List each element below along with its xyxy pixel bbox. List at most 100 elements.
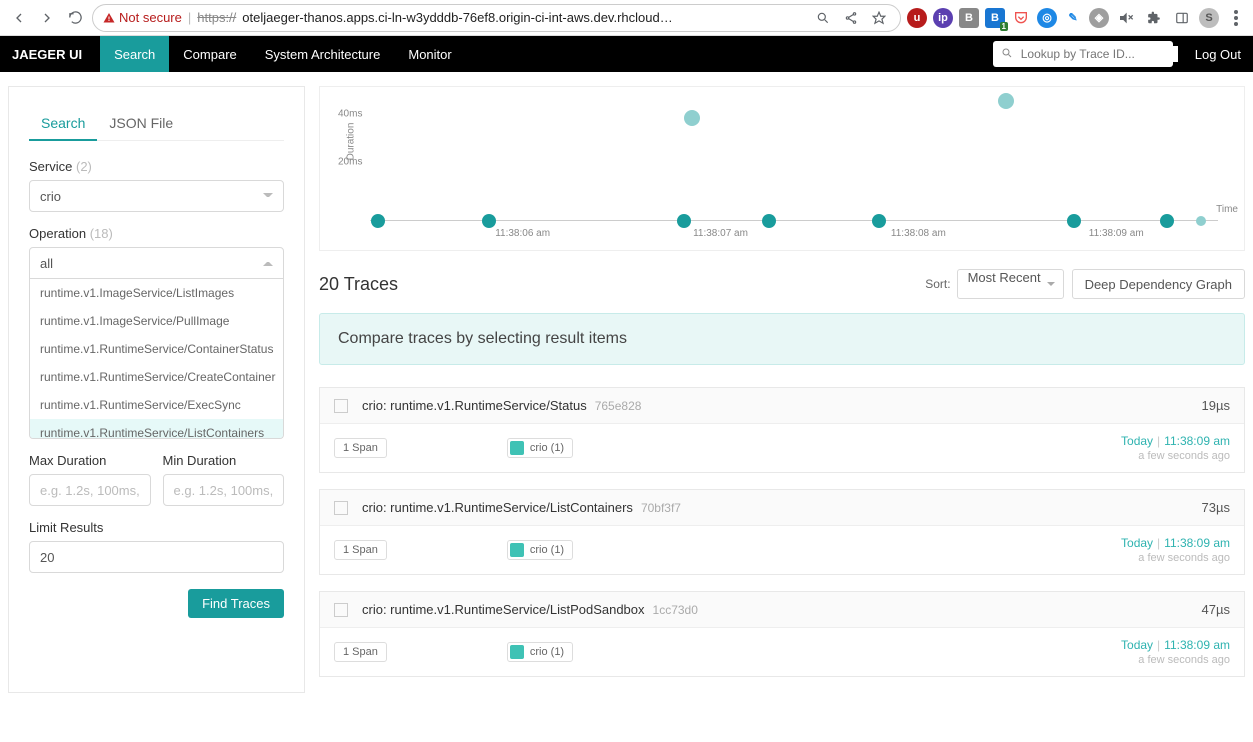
chart-point[interactable] bbox=[371, 214, 385, 228]
maxdur-label: Max Duration bbox=[29, 453, 151, 468]
url-scheme: https:// bbox=[197, 10, 236, 25]
sidebar-tab-jsonfile[interactable]: JSON File bbox=[97, 107, 185, 140]
operation-option[interactable]: runtime.v1.RuntimeService/ExecSync bbox=[30, 391, 283, 419]
chart-point[interactable] bbox=[998, 93, 1014, 109]
ext-blue-icon[interactable]: ◎ bbox=[1037, 8, 1057, 28]
trace-name: crio: runtime.v1.RuntimeService/ListPodS… bbox=[362, 602, 645, 617]
ext-purple-icon[interactable]: ip bbox=[933, 8, 953, 28]
span-count-badge: 1 Span bbox=[334, 438, 387, 458]
extensions-icon[interactable] bbox=[1143, 7, 1165, 29]
service-chip: crio (1) bbox=[507, 540, 573, 560]
header-tab-system-architecture[interactable]: System Architecture bbox=[251, 36, 395, 72]
chart-point[interactable] bbox=[1067, 214, 1081, 228]
y-tick: 40ms bbox=[338, 109, 362, 120]
ext-cube-icon[interactable]: ◈ bbox=[1089, 8, 1109, 28]
trace-card[interactable]: crio: runtime.v1.RuntimeService/ListPodS… bbox=[319, 591, 1245, 677]
chart-point[interactable] bbox=[762, 214, 776, 228]
chart-point[interactable] bbox=[1196, 216, 1206, 226]
ext-badge: 1 bbox=[1000, 22, 1008, 31]
operation-option[interactable]: runtime.v1.ImageService/ListImages bbox=[30, 279, 283, 307]
compare-banner: Compare traces by selecting result items bbox=[319, 313, 1245, 365]
operation-option[interactable]: runtime.v1.ImageService/PullImage bbox=[30, 307, 283, 335]
trace-card[interactable]: crio: runtime.v1.RuntimeService/ListCont… bbox=[319, 489, 1245, 575]
service-select[interactable]: crio bbox=[29, 180, 284, 212]
header-tab-search[interactable]: Search bbox=[100, 36, 169, 72]
y-axis-label: Duration bbox=[345, 123, 356, 161]
ext-ublock-icon[interactable]: u bbox=[907, 8, 927, 28]
menu-icon[interactable] bbox=[1225, 7, 1247, 29]
limit-label: Limit Results bbox=[29, 520, 284, 535]
span-count-badge: 1 Span bbox=[334, 642, 387, 662]
sort-select[interactable]: Most Recent bbox=[957, 269, 1064, 299]
back-icon[interactable] bbox=[8, 7, 30, 29]
operation-select[interactable]: all bbox=[29, 247, 284, 279]
star-icon[interactable] bbox=[868, 7, 890, 29]
trace-timestamp: Today|11:38:09 ama few seconds ago bbox=[1121, 434, 1230, 462]
operation-label: Operation (18) bbox=[29, 226, 284, 241]
trace-id: 1cc73d0 bbox=[653, 603, 698, 617]
service-chip: crio (1) bbox=[507, 642, 573, 662]
app-logo: JAEGER UI bbox=[12, 47, 82, 62]
results-header: 20 Traces Sort: Most Recent Deep Depende… bbox=[319, 269, 1245, 299]
sidepanel-icon[interactable] bbox=[1171, 7, 1193, 29]
service-label: Service (2) bbox=[29, 159, 284, 174]
trace-checkbox[interactable] bbox=[334, 603, 348, 617]
address-bar[interactable]: Not secure | https:// oteljaeger-thanos.… bbox=[92, 4, 901, 32]
header-tab-monitor[interactable]: Monitor bbox=[394, 36, 465, 72]
x-tick: 11:38:07 am bbox=[693, 228, 748, 239]
ext-b2-icon[interactable]: B 1 bbox=[985, 8, 1005, 28]
header-tab-compare[interactable]: Compare bbox=[169, 36, 250, 72]
operation-option[interactable]: runtime.v1.RuntimeService/ContainerStatu… bbox=[30, 335, 283, 363]
chart-point[interactable] bbox=[482, 214, 496, 228]
service-color-icon bbox=[510, 645, 524, 659]
chevron-down-icon bbox=[263, 191, 273, 201]
trace-duration: 47µs bbox=[1202, 602, 1230, 617]
forward-icon[interactable] bbox=[36, 7, 58, 29]
operation-option[interactable]: runtime.v1.RuntimeService/CreateContaine… bbox=[30, 363, 283, 391]
mindur-input[interactable] bbox=[163, 474, 285, 506]
chart-point[interactable] bbox=[872, 214, 886, 228]
trace-count: 20 Traces bbox=[319, 274, 398, 295]
mindur-label: Min Duration bbox=[163, 453, 285, 468]
reload-icon[interactable] bbox=[64, 7, 86, 29]
trace-checkbox[interactable] bbox=[334, 501, 348, 515]
trace-timestamp: Today|11:38:09 ama few seconds ago bbox=[1121, 638, 1230, 666]
deep-dependency-button[interactable]: Deep Dependency Graph bbox=[1072, 269, 1245, 299]
trace-id: 70bf3f7 bbox=[641, 501, 681, 515]
trace-timestamp: Today|11:38:09 ama few seconds ago bbox=[1121, 536, 1230, 564]
trace-card[interactable]: crio: runtime.v1.RuntimeService/Status76… bbox=[319, 387, 1245, 473]
search-sidebar: Search JSON File Service (2) crio Operat… bbox=[8, 86, 305, 693]
service-chip: crio (1) bbox=[507, 438, 573, 458]
trace-checkbox[interactable] bbox=[334, 399, 348, 413]
y-tick: 20ms bbox=[338, 157, 362, 168]
chart-point[interactable] bbox=[1160, 214, 1174, 228]
lookup-box[interactable] bbox=[993, 41, 1173, 67]
sort-label: Sort: bbox=[925, 277, 950, 291]
limit-input[interactable] bbox=[29, 541, 284, 573]
logout-link[interactable]: Log Out bbox=[1195, 47, 1241, 62]
ext-feather-icon[interactable]: ✎ bbox=[1063, 8, 1083, 28]
sort-value: Most Recent bbox=[968, 270, 1041, 285]
url-text: oteljaeger-thanos.apps.ci-ln-w3ydddb-76e… bbox=[242, 10, 806, 25]
ext-grey-icon[interactable]: B bbox=[959, 8, 979, 28]
share-icon[interactable] bbox=[840, 7, 862, 29]
operation-value: all bbox=[40, 256, 53, 271]
lookup-input[interactable] bbox=[1019, 46, 1178, 62]
scatter-chart: Duration Time 20ms40ms11:38:06 am11:38:0… bbox=[319, 86, 1245, 251]
zoom-icon[interactable] bbox=[812, 7, 834, 29]
service-color-icon bbox=[510, 543, 524, 557]
profile-avatar[interactable]: S bbox=[1199, 8, 1219, 28]
trace-name: crio: runtime.v1.RuntimeService/Status bbox=[362, 398, 587, 413]
operation-option[interactable]: runtime.v1.RuntimeService/ListContainers bbox=[30, 419, 283, 439]
chart-point[interactable] bbox=[684, 110, 700, 126]
find-traces-button[interactable]: Find Traces bbox=[188, 589, 284, 618]
trace-name: crio: runtime.v1.RuntimeService/ListCont… bbox=[362, 500, 633, 515]
security-warning: Not secure bbox=[103, 10, 182, 25]
maxdur-input[interactable] bbox=[29, 474, 151, 506]
mute-icon[interactable] bbox=[1115, 7, 1137, 29]
x-axis-label: Time bbox=[1216, 204, 1238, 215]
ext-pocket-icon[interactable] bbox=[1011, 8, 1031, 28]
sidebar-tab-search[interactable]: Search bbox=[29, 107, 97, 141]
search-icon bbox=[1001, 47, 1013, 62]
chart-point[interactable] bbox=[677, 214, 691, 228]
